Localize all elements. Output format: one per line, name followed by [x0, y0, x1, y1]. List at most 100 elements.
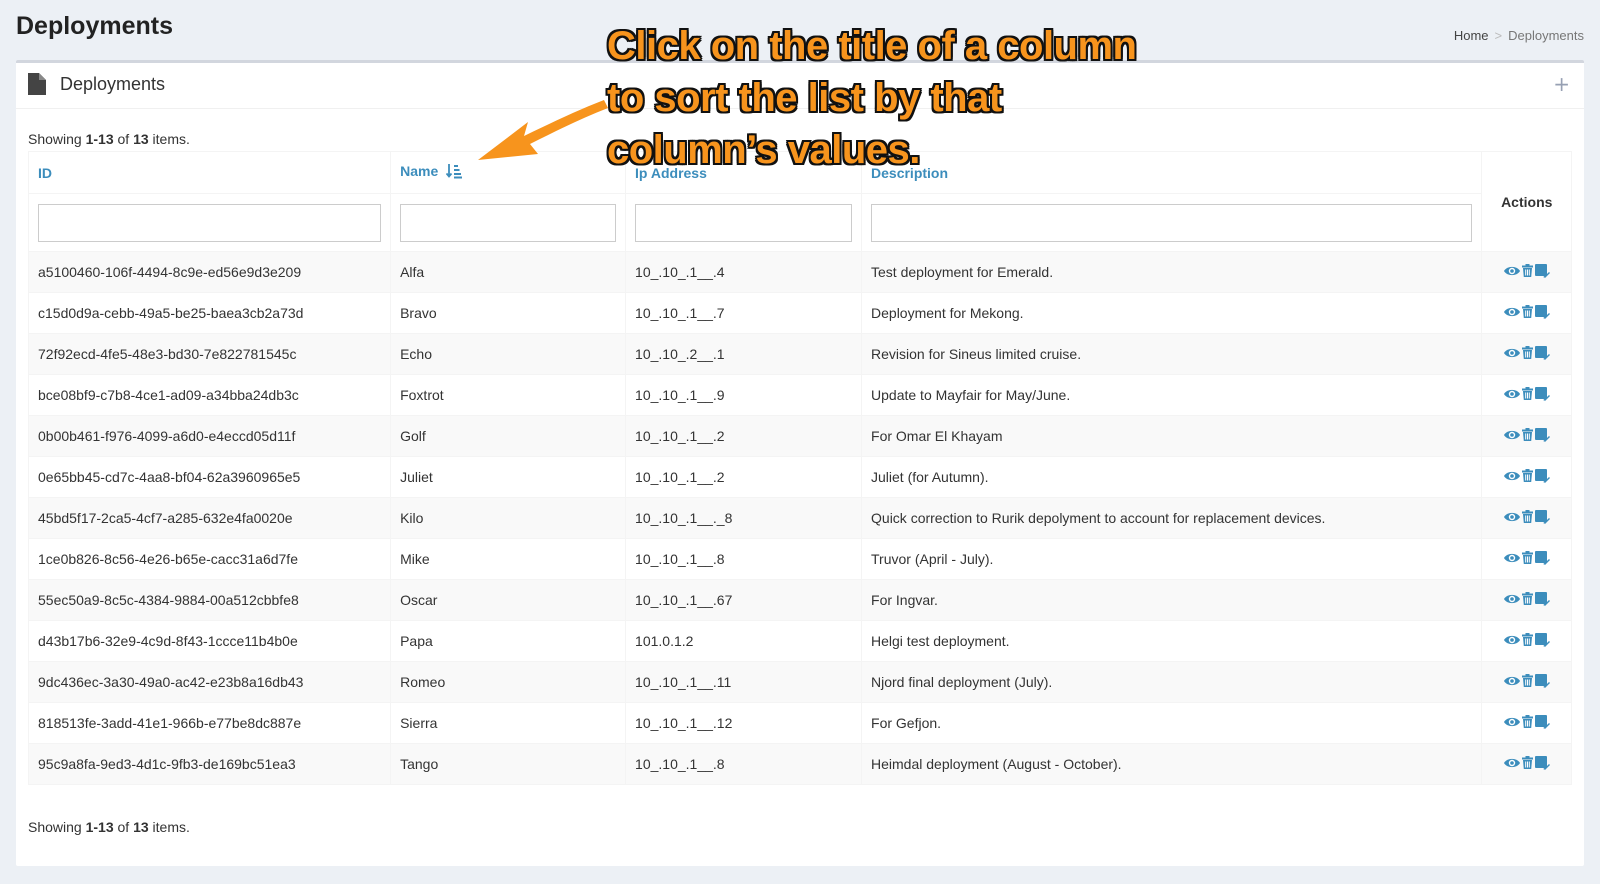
filter-input-ip[interactable] — [635, 203, 853, 242]
eye-icon[interactable] — [1503, 715, 1520, 731]
cell-ip: 10_.10_.2__.1 — [625, 333, 863, 375]
edit-icon[interactable] — [1534, 427, 1550, 445]
edit-icon[interactable] — [1534, 509, 1550, 527]
cell-id: 0e65bb45-cd7c-4aa8-bf04-62a3960965e5 — [27, 456, 392, 498]
trash-icon[interactable] — [1521, 510, 1533, 526]
edit-icon[interactable] — [1534, 468, 1550, 486]
cell-ip: 10_.10_.1__.8 — [625, 538, 863, 580]
eye-icon[interactable] — [1503, 264, 1520, 280]
cell-name: Mike — [390, 538, 627, 580]
cell-description: Njord final deployment (July). — [861, 661, 1483, 703]
sort-link-name[interactable]: Name — [400, 163, 438, 179]
edit-icon[interactable] — [1534, 714, 1550, 732]
trash-icon[interactable] — [1521, 592, 1533, 608]
edit-icon[interactable] — [1534, 304, 1550, 322]
cell-name: Foxtrot — [390, 374, 627, 416]
table-row: 9dc436ec-3a30-49a0-ac42-e23b8a16db43 Rome… — [27, 661, 1572, 703]
edit-icon[interactable] — [1534, 632, 1550, 650]
filter-input-description[interactable] — [871, 203, 1473, 242]
edit-icon[interactable] — [1534, 345, 1550, 363]
sort-link-description[interactable]: Description — [871, 165, 948, 181]
cell-description: Truvor (April - July). — [861, 538, 1483, 580]
eye-icon[interactable] — [1503, 510, 1520, 526]
expand-button[interactable]: + — [1553, 72, 1570, 96]
trash-icon[interactable] — [1521, 428, 1533, 444]
eye-icon[interactable] — [1503, 756, 1520, 772]
trash-icon[interactable] — [1521, 264, 1533, 280]
eye-icon[interactable] — [1503, 428, 1520, 444]
eye-icon[interactable] — [1503, 674, 1520, 690]
trash-icon[interactable] — [1521, 674, 1533, 690]
box-title: Deployments — [60, 74, 166, 94]
page-title: Deployments — [16, 12, 173, 40]
cell-id: 1ce0b826-8c56-4e26-b65e-cacc31a6d7fe — [27, 538, 392, 580]
eye-icon[interactable] — [1503, 346, 1520, 362]
cell-name: Bravo — [390, 292, 627, 334]
cell-description: Juliet (for Autumn). — [861, 456, 1483, 498]
trash-icon[interactable] — [1521, 756, 1533, 772]
cell-actions — [1481, 251, 1572, 293]
cell-description: Deployment for Mekong. — [861, 292, 1483, 334]
trash-icon[interactable] — [1521, 346, 1533, 362]
column-header-id: ID — [27, 151, 392, 194]
cell-actions — [1481, 661, 1572, 703]
table-row: 818513fe-3add-41e1-966b-e77be8dc887e Sier… — [27, 702, 1572, 744]
cell-id: d43b17b6-32e9-4c9d-8f43-1ccce11b4b0e — [27, 620, 392, 662]
sort-link-ip[interactable]: Ip Address — [635, 165, 707, 181]
cell-name: Juliet — [390, 456, 627, 498]
edit-icon[interactable] — [1534, 550, 1550, 568]
summary-prefix: Showing — [28, 131, 86, 147]
trash-icon[interactable] — [1521, 715, 1533, 731]
breadcrumb-home-link[interactable]: Home — [1454, 28, 1489, 43]
summary-total: 13 — [133, 819, 149, 835]
filter-input-id[interactable] — [38, 203, 382, 242]
eye-icon[interactable] — [1503, 592, 1520, 608]
cell-name: Oscar — [390, 579, 627, 621]
eye-icon[interactable] — [1503, 305, 1520, 321]
filter-input-name[interactable] — [400, 203, 617, 242]
eye-icon[interactable] — [1503, 633, 1520, 649]
filter-cell-name — [390, 193, 627, 252]
sort-link-id[interactable]: ID — [38, 165, 52, 181]
table-header-row: ID Name Ip Address Description Actions — [27, 151, 1572, 252]
cell-ip: 10_.10_.1__.11 — [625, 661, 863, 703]
trash-icon[interactable] — [1521, 633, 1533, 649]
cell-name: Tango — [390, 743, 627, 785]
cell-name: Kilo — [390, 497, 627, 539]
eye-icon[interactable] — [1503, 551, 1520, 567]
edit-icon[interactable] — [1534, 755, 1550, 773]
edit-icon[interactable] — [1534, 591, 1550, 609]
breadcrumb-current: Deployments — [1508, 28, 1584, 43]
breadcrumb-separator: > — [1494, 28, 1503, 43]
summary-range: 1-13 — [85, 819, 114, 835]
summary-range: 1-13 — [85, 131, 114, 147]
cell-id: 95c9a8fa-9ed3-4d1c-9fb3-de169bc51ea3 — [27, 743, 392, 785]
summary-total: 13 — [133, 131, 149, 147]
trash-icon[interactable] — [1521, 387, 1533, 403]
filter-row — [27, 193, 1572, 252]
cell-actions — [1481, 374, 1572, 416]
edit-icon[interactable] — [1534, 673, 1550, 691]
eye-icon[interactable] — [1503, 469, 1520, 485]
cell-description: Quick correction to Rurik depolyment to … — [861, 497, 1483, 539]
table-row: 0b00b461-f976-4099-a6d0-e4eccd05d11f Golf… — [27, 415, 1572, 457]
summary-suffix: items. — [148, 819, 190, 835]
edit-icon[interactable] — [1534, 386, 1550, 404]
cell-ip: 10_.10_.1__.2 — [625, 456, 863, 498]
eye-icon[interactable] — [1503, 387, 1520, 403]
table-row: 1ce0b826-8c56-4e26-b65e-cacc31a6d7fe Mike… — [27, 538, 1572, 580]
cell-ip: 10_.10_.1__._8 — [625, 497, 863, 539]
cell-actions — [1481, 415, 1572, 457]
trash-icon[interactable] — [1521, 551, 1533, 567]
summary-top: Showing 1-13 of 13 items. — [28, 131, 190, 147]
cell-actions — [1481, 743, 1572, 785]
trash-icon[interactable] — [1521, 305, 1533, 321]
sort-alpha-asc-icon[interactable] — [445, 163, 463, 182]
trash-icon[interactable] — [1521, 469, 1533, 485]
table-row: bce08bf9-c7b8-4ce1-ad09-a34bba24db3c Foxt… — [27, 374, 1572, 416]
cell-id: 55ec50a9-8c5c-4384-9884-00a512cbbfe8 — [27, 579, 392, 621]
cell-actions — [1481, 497, 1572, 539]
cell-ip: 10_.10_.1__.8 — [625, 743, 863, 785]
edit-icon[interactable] — [1534, 263, 1550, 281]
cell-name: Sierra — [390, 702, 627, 744]
